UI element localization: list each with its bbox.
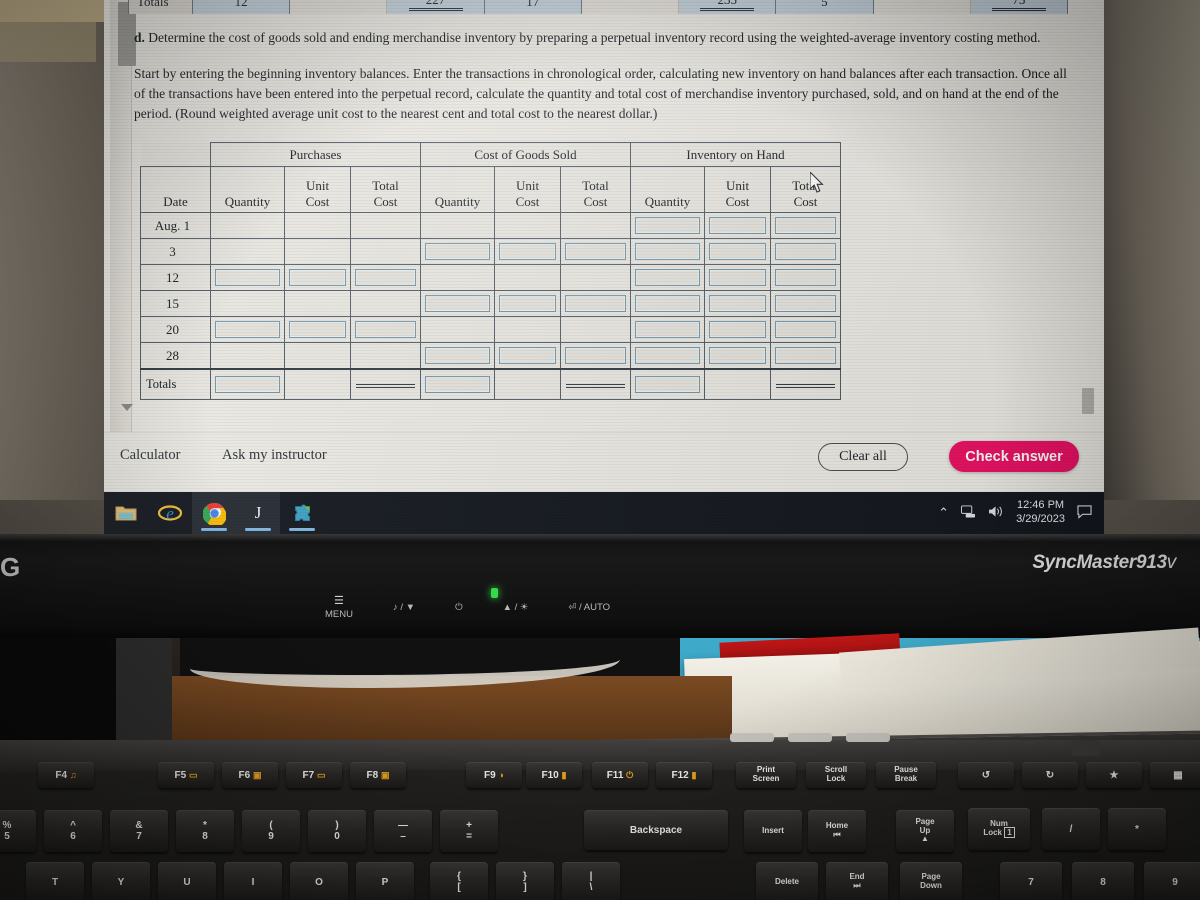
key-f12[interactable]: F12 ▮: [656, 762, 712, 788]
key-f4[interactable]: F4 ♫: [38, 762, 94, 788]
key-f7[interactable]: F7 ▭: [286, 762, 342, 788]
key-numpad-7[interactable]: 7: [1000, 862, 1062, 900]
key-f11[interactable]: F11 ⏻: [592, 762, 648, 788]
key-=[interactable]: + =: [440, 810, 498, 852]
key-print-screen[interactable]: Print Screen: [736, 762, 796, 788]
key-numpad-divide[interactable]: /: [1042, 808, 1100, 850]
mouse-cursor-icon: [810, 172, 824, 193]
key-bracket-left[interactable]: {[: [430, 862, 488, 900]
key-–[interactable]: — –: [374, 810, 432, 852]
key-numpad-multiply[interactable]: *: [1108, 808, 1166, 850]
key-media-1[interactable]: ↻: [1022, 762, 1078, 788]
key-f5[interactable]: F5 ▭: [158, 762, 214, 788]
key-i[interactable]: I: [224, 862, 282, 900]
key-media-3[interactable]: ▦: [1150, 762, 1200, 788]
key-p[interactable]: P: [356, 862, 414, 900]
screenshot-root: Totals 12 227 17 235 5 75 d.: [0, 0, 1200, 900]
key-f6[interactable]: F6 ▣: [222, 762, 278, 788]
key-pause-break[interactable]: Pause Break: [876, 762, 936, 788]
key-8[interactable]: * 8: [176, 810, 234, 852]
key-insert[interactable]: Insert: [744, 810, 802, 852]
key-f10[interactable]: F10 ▮: [526, 762, 582, 788]
key-numpad-9[interactable]: 9: [1144, 862, 1200, 900]
key-y[interactable]: Y: [92, 862, 150, 900]
key-f9[interactable]: F9 ◑: [466, 762, 522, 788]
key-u[interactable]: U: [158, 862, 216, 900]
key-delete[interactable]: Delete: [756, 862, 818, 900]
key-pipe[interactable]: | \: [562, 862, 620, 900]
key-end-⏭[interactable]: End ⏭: [826, 862, 888, 900]
key-page-up[interactable]: Page Up ▲: [896, 810, 954, 852]
key-o[interactable]: O: [290, 862, 348, 900]
key-bracket-right[interactable]: }]: [496, 862, 554, 900]
key-backspace[interactable]: Backspace: [584, 810, 728, 850]
key-media-0[interactable]: ↺: [958, 762, 1014, 788]
key-7[interactable]: & 7: [110, 810, 168, 852]
key-page-down[interactable]: Page Down: [900, 862, 962, 900]
key-num-lock[interactable]: Num Lock 1: [968, 808, 1030, 850]
key-scroll-lock[interactable]: Scroll Lock: [806, 762, 866, 788]
key-numpad-8[interactable]: 8: [1072, 862, 1134, 900]
key-0[interactable]: ) 0: [308, 810, 366, 852]
key-home-⏮[interactable]: Home ⏮: [808, 810, 866, 852]
key-t[interactable]: T: [26, 862, 84, 900]
key-6[interactable]: ^ 6: [44, 810, 102, 852]
keyboard-keys: F4 ♫ F5 ▭ F6 ▣ F7 ▭ F8 ▣ F9 ◑ F10 ▮ F11 ⏻ F12 ▮ P…: [0, 0, 1200, 900]
key-media-2[interactable]: ★: [1086, 762, 1142, 788]
key-f8[interactable]: F8 ▣: [350, 762, 406, 788]
key-9[interactable]: (9: [242, 810, 300, 852]
key-5[interactable]: % 5: [0, 810, 36, 852]
